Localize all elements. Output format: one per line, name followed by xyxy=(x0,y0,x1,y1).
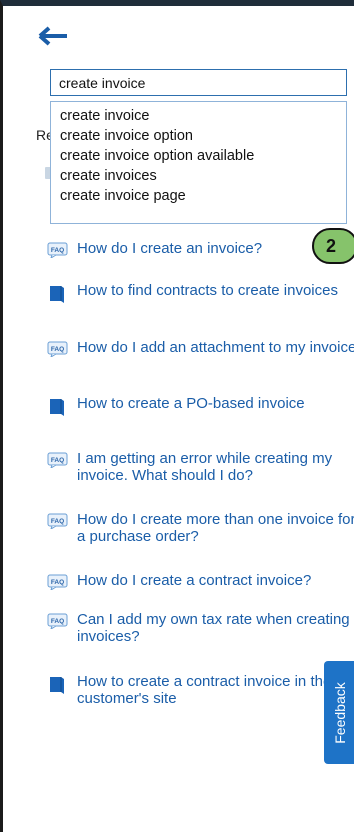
faq-icon-text: FAQ xyxy=(51,579,64,586)
book-icon xyxy=(50,399,64,416)
suggestion-item[interactable]: create invoice xyxy=(51,106,346,126)
feedback-label: Feedback xyxy=(332,681,348,744)
suggestion-item[interactable]: create invoice page xyxy=(51,186,346,206)
step-number-badge: 2 xyxy=(312,228,354,264)
arrow-left-icon xyxy=(38,26,67,46)
suggestion-item[interactable]: create invoice option xyxy=(51,126,346,146)
suggestion-item[interactable]: create invoice option available xyxy=(51,146,346,166)
faq-chat-icon: FAQ xyxy=(47,574,68,590)
faq-icon-text: FAQ xyxy=(51,518,64,525)
faq-chat-icon: FAQ xyxy=(47,452,68,468)
result-title: How to find contracts to create invoices xyxy=(77,282,338,299)
result-title: Can I add my own tax rate when creating … xyxy=(77,611,350,645)
result-title: How do I create a contract invoice? xyxy=(77,572,312,589)
faq-icon-text: FAQ xyxy=(51,457,64,464)
result-title: How do I add an attachment to my invoice… xyxy=(77,339,354,356)
result-title: How do I create more than one invoice fo… xyxy=(77,511,354,545)
faq-icon-text: FAQ xyxy=(51,346,64,353)
faq-chat-icon: FAQ xyxy=(47,242,68,258)
autocomplete-dropdown: create invoice create invoice option cre… xyxy=(50,101,347,224)
faq-chat-icon: FAQ xyxy=(47,513,68,529)
back-button[interactable] xyxy=(37,26,71,46)
result-title: How to create a contract invoice in the … xyxy=(77,673,332,707)
book-icon xyxy=(50,677,64,694)
result-title: I am getting an error while creating my … xyxy=(77,450,333,484)
faq-icon-text: FAQ xyxy=(51,618,64,625)
result-title: How to create a PO-based invoice xyxy=(77,395,305,412)
search-input[interactable] xyxy=(50,69,347,96)
help-panel: Re create invoice create invoice option … xyxy=(0,0,354,832)
suggestion-item[interactable]: create invoices xyxy=(51,166,346,186)
feedback-button[interactable]: Feedback xyxy=(324,661,354,764)
book-icon xyxy=(50,286,64,303)
faq-icon-text: FAQ xyxy=(51,247,64,254)
faq-chat-icon: FAQ xyxy=(47,341,68,357)
faq-chat-icon: FAQ xyxy=(47,613,68,629)
